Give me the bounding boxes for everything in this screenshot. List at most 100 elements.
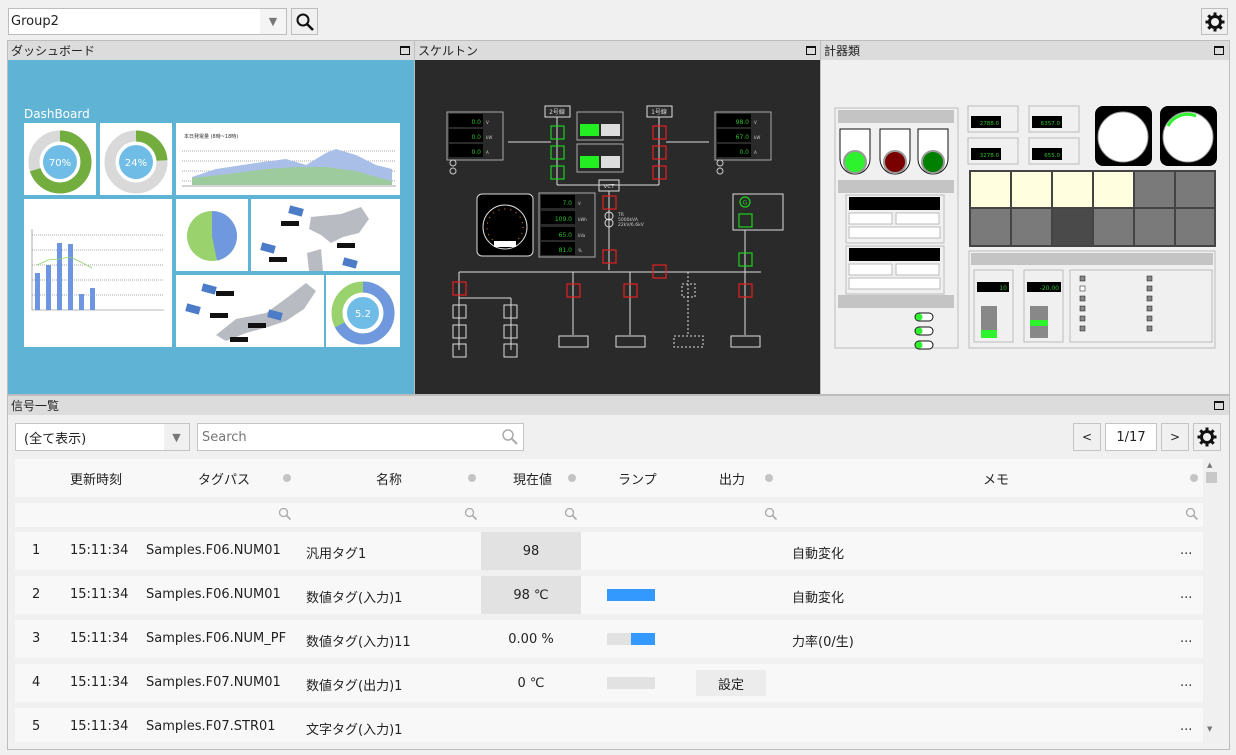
right-readings: 98.0 67.0 0.0 V kW A bbox=[714, 111, 772, 175]
row-tag-path: Samples.F06.NUM_PF bbox=[146, 631, 287, 646]
row-tag-path: Samples.F07.NUM01 bbox=[146, 675, 281, 690]
table-scrollbar[interactable]: ▲ ▼ bbox=[1205, 459, 1219, 739]
table-row[interactable]: 3 15:11:34 Samples.F06.NUM_PF 数値タグ(入力)11… bbox=[15, 620, 1203, 658]
column-header-output[interactable]: 出力 bbox=[719, 469, 745, 488]
maximize-icon[interactable] bbox=[1214, 401, 1224, 410]
column-header-time[interactable]: 更新時刻 bbox=[70, 469, 122, 488]
dashboard-view[interactable]: DashBoard 70% 24% 本日発電量 (8時~18時) 5.2 bbox=[8, 60, 415, 394]
maximize-icon[interactable] bbox=[400, 46, 410, 55]
filter-select-value: (全て表示) bbox=[24, 431, 87, 447]
group-search-button[interactable] bbox=[291, 8, 318, 35]
filter-select[interactable]: (全て表示) ▼ bbox=[15, 423, 190, 451]
next-page-button[interactable]: > bbox=[1161, 423, 1189, 451]
svg-text:0.0: 0.0 bbox=[471, 134, 481, 141]
search-input[interactable] bbox=[202, 429, 501, 445]
panel-title: 信号一覧 bbox=[11, 399, 60, 413]
row-lamp bbox=[607, 589, 655, 601]
bar-chart bbox=[31, 229, 164, 311]
filter-search-icon[interactable] bbox=[1185, 507, 1199, 521]
dashboard-heading: DashBoard bbox=[24, 107, 90, 121]
column-sort-indicator[interactable] bbox=[283, 474, 291, 482]
column-header-tag-path[interactable]: タグパス bbox=[198, 469, 250, 488]
column-sort-indicator[interactable] bbox=[568, 474, 576, 482]
chevron-down-icon[interactable]: ▼ bbox=[164, 424, 189, 450]
table-row[interactable]: 1 15:11:34 Samples.F06.NUM01 汎用タグ1 98 自動… bbox=[15, 532, 1203, 570]
scroll-up-icon[interactable]: ▲ bbox=[1207, 461, 1212, 469]
svg-text:98.0: 98.0 bbox=[736, 119, 750, 126]
filter-search-icon[interactable] bbox=[764, 507, 778, 521]
row-more-button[interactable]: ... bbox=[1180, 719, 1192, 734]
meters-view[interactable]: 2788.0 6357.0 3278.0 655.0 10 -20.00 bbox=[821, 60, 1229, 394]
panel-header: 計器類 bbox=[821, 41, 1229, 60]
row-more-button[interactable]: ... bbox=[1180, 675, 1192, 690]
table-row[interactable]: 4 15:11:34 Samples.F07.NUM01 数値タグ(出力)1 0… bbox=[15, 664, 1203, 702]
svg-text:V: V bbox=[578, 201, 581, 206]
svg-text:81.0: 81.0 bbox=[559, 247, 573, 254]
svg-text:V: V bbox=[486, 120, 489, 125]
panel-header: スケルトン bbox=[415, 41, 821, 60]
svg-text:kW: kW bbox=[486, 135, 492, 140]
column-sort-indicator[interactable] bbox=[1190, 474, 1198, 482]
donut-chart: 70% bbox=[28, 130, 92, 194]
table-row[interactable]: 5 15:11:34 Samples.F07.STR01 文字タグ(入力)1 .… bbox=[15, 708, 1203, 742]
maximize-icon[interactable] bbox=[1214, 46, 1224, 55]
skeleton-view[interactable]: 0.0 0.0 0.0 V kW A 98.0 67.0 0.0 V kW A bbox=[415, 60, 821, 394]
svg-text:655.0: 655.0 bbox=[1044, 153, 1060, 159]
filter-search-icon[interactable] bbox=[564, 507, 578, 521]
search-icon[interactable] bbox=[501, 428, 519, 446]
svg-text:kVa: kVa bbox=[578, 233, 586, 238]
table-row[interactable]: 2 15:11:34 Samples.F06.NUM01 数値タグ(入力)1 9… bbox=[15, 576, 1203, 614]
svg-text:A: A bbox=[486, 150, 489, 155]
row-memo: 自動変化 bbox=[792, 547, 845, 562]
map-hokkaido bbox=[260, 205, 369, 271]
search-icon bbox=[296, 13, 314, 31]
search-box[interactable] bbox=[197, 423, 524, 451]
panel-header: 信号一覧 bbox=[8, 396, 1229, 415]
row-tag-path: Samples.F07.STR01 bbox=[146, 719, 276, 734]
column-sort-indicator[interactable] bbox=[765, 474, 773, 482]
scroll-down-icon[interactable]: ▼ bbox=[1207, 725, 1212, 733]
panel-title: 計器類 bbox=[824, 44, 861, 58]
table-header: 更新時刻 タグパス 名称 現在値 ランプ 出力 メモ bbox=[15, 459, 1203, 497]
row-memo: 自動変化 bbox=[792, 591, 845, 606]
row-number: 2 bbox=[32, 587, 41, 602]
row-time: 15:11:34 bbox=[70, 675, 129, 690]
row-more-button[interactable]: ... bbox=[1180, 631, 1192, 646]
svg-text:22kV/6.6kV: 22kV/6.6kV bbox=[618, 222, 645, 228]
column-header-lamp[interactable]: ランプ bbox=[618, 469, 657, 488]
svg-text:2788.0: 2788.0 bbox=[980, 121, 1000, 127]
row-number: 5 bbox=[32, 719, 41, 734]
row-tag-path: Samples.F06.NUM01 bbox=[146, 587, 281, 602]
table-settings-button[interactable] bbox=[1193, 423, 1221, 451]
set-output-button[interactable]: 設定 bbox=[696, 670, 766, 696]
mid-readings: 7.0 109.0 65.0 81.0 V kWh kVa % bbox=[538, 192, 596, 258]
line1-label: 1号線 bbox=[651, 108, 667, 116]
column-sort-indicator[interactable] bbox=[468, 474, 476, 482]
column-header-memo[interactable]: メモ bbox=[983, 469, 1009, 488]
skeleton-panel: スケルトン 0.0 0.0 0.0 V kW A 98.0 67.0 0.0 V… bbox=[414, 40, 822, 395]
area-chart-card: 本日発電量 (8時~18時) bbox=[176, 123, 400, 195]
row-more-button[interactable]: ... bbox=[1180, 543, 1192, 558]
single-line-diagram: 0.0 0.0 0.0 V kW A 98.0 67.0 0.0 V kW A bbox=[446, 105, 784, 358]
group-select[interactable]: Group2 ▼ bbox=[8, 8, 287, 35]
chevron-down-icon[interactable]: ▼ bbox=[260, 9, 286, 34]
global-settings-button[interactable] bbox=[1201, 8, 1228, 35]
column-header-name[interactable]: 名称 bbox=[376, 469, 402, 488]
meters-panel: 計器類 2788.0 6357.0 3278.0 655.0 10 -20.00 bbox=[820, 40, 1230, 395]
svg-text:0.0: 0.0 bbox=[471, 119, 481, 126]
svg-text:%: % bbox=[578, 248, 582, 253]
column-header-value[interactable]: 現在値 bbox=[513, 469, 552, 488]
donut-chart: 24% bbox=[104, 130, 168, 194]
filter-search-icon[interactable] bbox=[464, 507, 478, 521]
row-more-button[interactable]: ... bbox=[1180, 587, 1192, 602]
filter-search-icon[interactable] bbox=[278, 507, 292, 521]
scroll-thumb[interactable] bbox=[1206, 472, 1217, 483]
page-indicator: 1/17 bbox=[1105, 423, 1157, 451]
svg-text:6357.0: 6357.0 bbox=[1041, 121, 1061, 127]
svg-text:V: V bbox=[754, 120, 757, 125]
prev-page-button[interactable]: < bbox=[1073, 423, 1101, 451]
svg-text:kW: kW bbox=[754, 135, 760, 140]
row-memo: 力率(0/生) bbox=[792, 635, 854, 650]
gear-icon bbox=[1197, 427, 1217, 447]
maximize-icon[interactable] bbox=[806, 46, 816, 55]
